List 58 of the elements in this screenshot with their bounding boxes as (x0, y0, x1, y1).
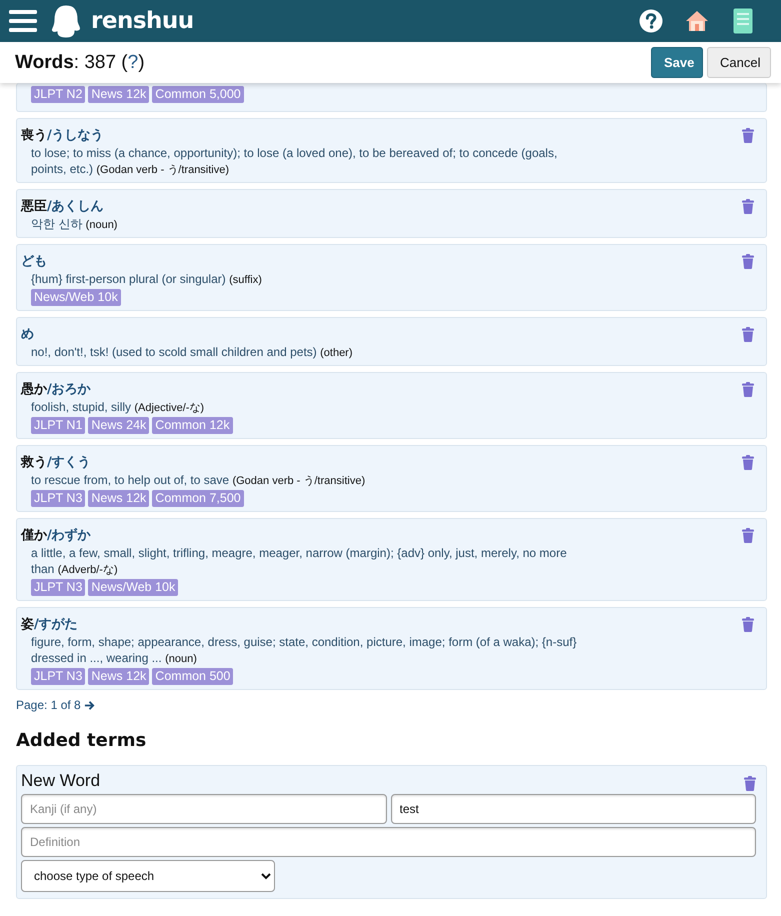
save-button[interactable]: Save (651, 47, 703, 78)
word-definition: 악한 신하 (noun) (31, 216, 118, 233)
tag: JLPT N2 (31, 86, 86, 103)
word-title: 喪う/うしなう (21, 127, 105, 144)
tag: News 12k (88, 490, 150, 507)
word-title: 悪臣/あくしん (21, 198, 105, 215)
app-name[interactable]: renshuu (91, 8, 194, 34)
card-title: New Word (21, 771, 100, 791)
mascot-icon (49, 3, 83, 39)
tag: JLPT N3 (31, 490, 86, 507)
arrow-icon (84, 700, 95, 710)
word-definition: a little, a few, small, slight, trifling, meagre, meager, narrow (margin); {adv} only, just, merely, no more than (Adverb/-な) (31, 545, 568, 578)
reading-field[interactable]: test (390, 794, 756, 824)
tag: Common 5,000 (152, 86, 244, 103)
tag: JLPT N3 (31, 668, 86, 685)
help-icon[interactable] (639, 9, 663, 33)
word-title: ども (21, 253, 48, 270)
word-title: 救う/すくう (21, 454, 92, 471)
word-definition: no!, don't!, tsk! (used to scold small children and pets) (other) (31, 344, 354, 361)
tag: JLPT N3 (31, 579, 86, 596)
tag: News/Web 10k (31, 289, 121, 306)
word-definition: figure, form, shape; appearance, dress, guise; state, condition, picture, image; form (of a waka); {n-suf} dressed in ..., wearing ... (noun) (31, 634, 578, 667)
tag: Common 12k (152, 417, 233, 434)
tag: Common 7,500 (152, 490, 244, 507)
cancel-button[interactable]: Cancel (707, 47, 771, 78)
home-icon[interactable] (685, 10, 709, 32)
pagination-link[interactable]: Page: 1 of 8 (16, 698, 95, 712)
tag: News 12k (88, 668, 150, 685)
word-title: 愚か/おろか (21, 381, 92, 398)
tag: JLPT N1 (31, 417, 86, 434)
tag: News 24k (88, 417, 150, 434)
trash-icon[interactable] (742, 128, 754, 143)
help-link[interactable]: ? (128, 52, 138, 72)
word-title: め (21, 326, 35, 343)
word-title: 姿/すがた (21, 616, 79, 633)
trash-icon[interactable] (742, 254, 754, 269)
trash-icon[interactable] (742, 617, 754, 632)
menu-icon[interactable] (9, 9, 37, 33)
kanji-field[interactable]: Kanji (if any) (21, 794, 386, 824)
word-definition: to lose; to miss (a chance, opportunity); to lose (a loved one), to be bereaved of; to concede (goals, points, etc.) (Godan verb - う/transitive) (31, 145, 558, 178)
word-title: 僅か/わずか (21, 527, 92, 544)
trash-icon[interactable] (742, 528, 754, 543)
tag: News 12k (88, 86, 150, 103)
word-definition: {hum} first-person plural (or singular) (suffix) (31, 271, 263, 288)
words-count-heading: Words: 387 (?) (15, 52, 145, 74)
word-definition: to rescue from, to help out of, to save (Godan verb - う/transitive) (31, 472, 366, 489)
speech-type-dropdown[interactable]: choose type of speech (21, 860, 275, 892)
section-heading: Added terms (16, 730, 148, 751)
trash-icon[interactable] (742, 199, 754, 214)
trash-icon[interactable] (742, 455, 754, 470)
definition-field[interactable]: Definition (21, 827, 756, 857)
trash-icon[interactable] (744, 776, 756, 790)
word-definition: foolish, stupid, silly (Adjective/-な) (31, 399, 206, 416)
trash-icon[interactable] (742, 327, 754, 342)
book-icon[interactable] (733, 8, 753, 34)
tag: Common 500 (152, 668, 234, 685)
trash-icon[interactable] (742, 382, 754, 397)
tag: News/Web 10k (88, 579, 178, 596)
